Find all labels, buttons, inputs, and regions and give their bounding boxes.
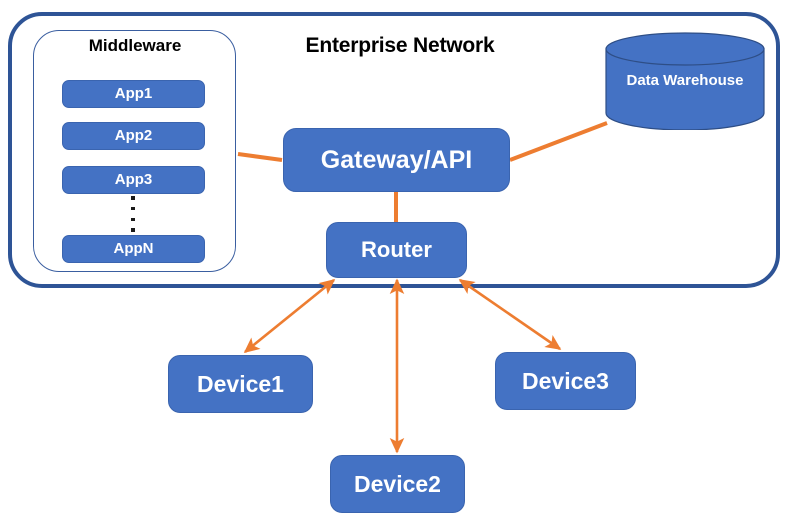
node-app1[interactable]: App1 [62, 80, 205, 108]
connector-router-device3 [458, 278, 562, 351]
node-app2[interactable]: App2 [62, 122, 205, 150]
node-router[interactable]: Router [326, 222, 467, 278]
diagram-canvas: Enterprise Network Middleware App1 App2 … [0, 0, 790, 518]
enterprise-network-title: Enterprise Network [305, 34, 495, 57]
node-gateway-api[interactable]: Gateway/API [283, 128, 510, 192]
node-app3[interactable]: App3 [62, 166, 205, 194]
node-appn[interactable]: AppN [62, 235, 205, 263]
node-device1[interactable]: Device1 [168, 355, 313, 413]
vertical-ellipsis-icon [129, 196, 137, 232]
node-device2[interactable]: Device2 [330, 455, 465, 513]
node-data-warehouse[interactable]: Data Warehouse [605, 32, 765, 130]
connector-router-device1 [243, 278, 336, 354]
middleware-title: Middleware [88, 36, 182, 55]
cylinder-icon [605, 32, 765, 130]
node-device3[interactable]: Device3 [495, 352, 636, 410]
